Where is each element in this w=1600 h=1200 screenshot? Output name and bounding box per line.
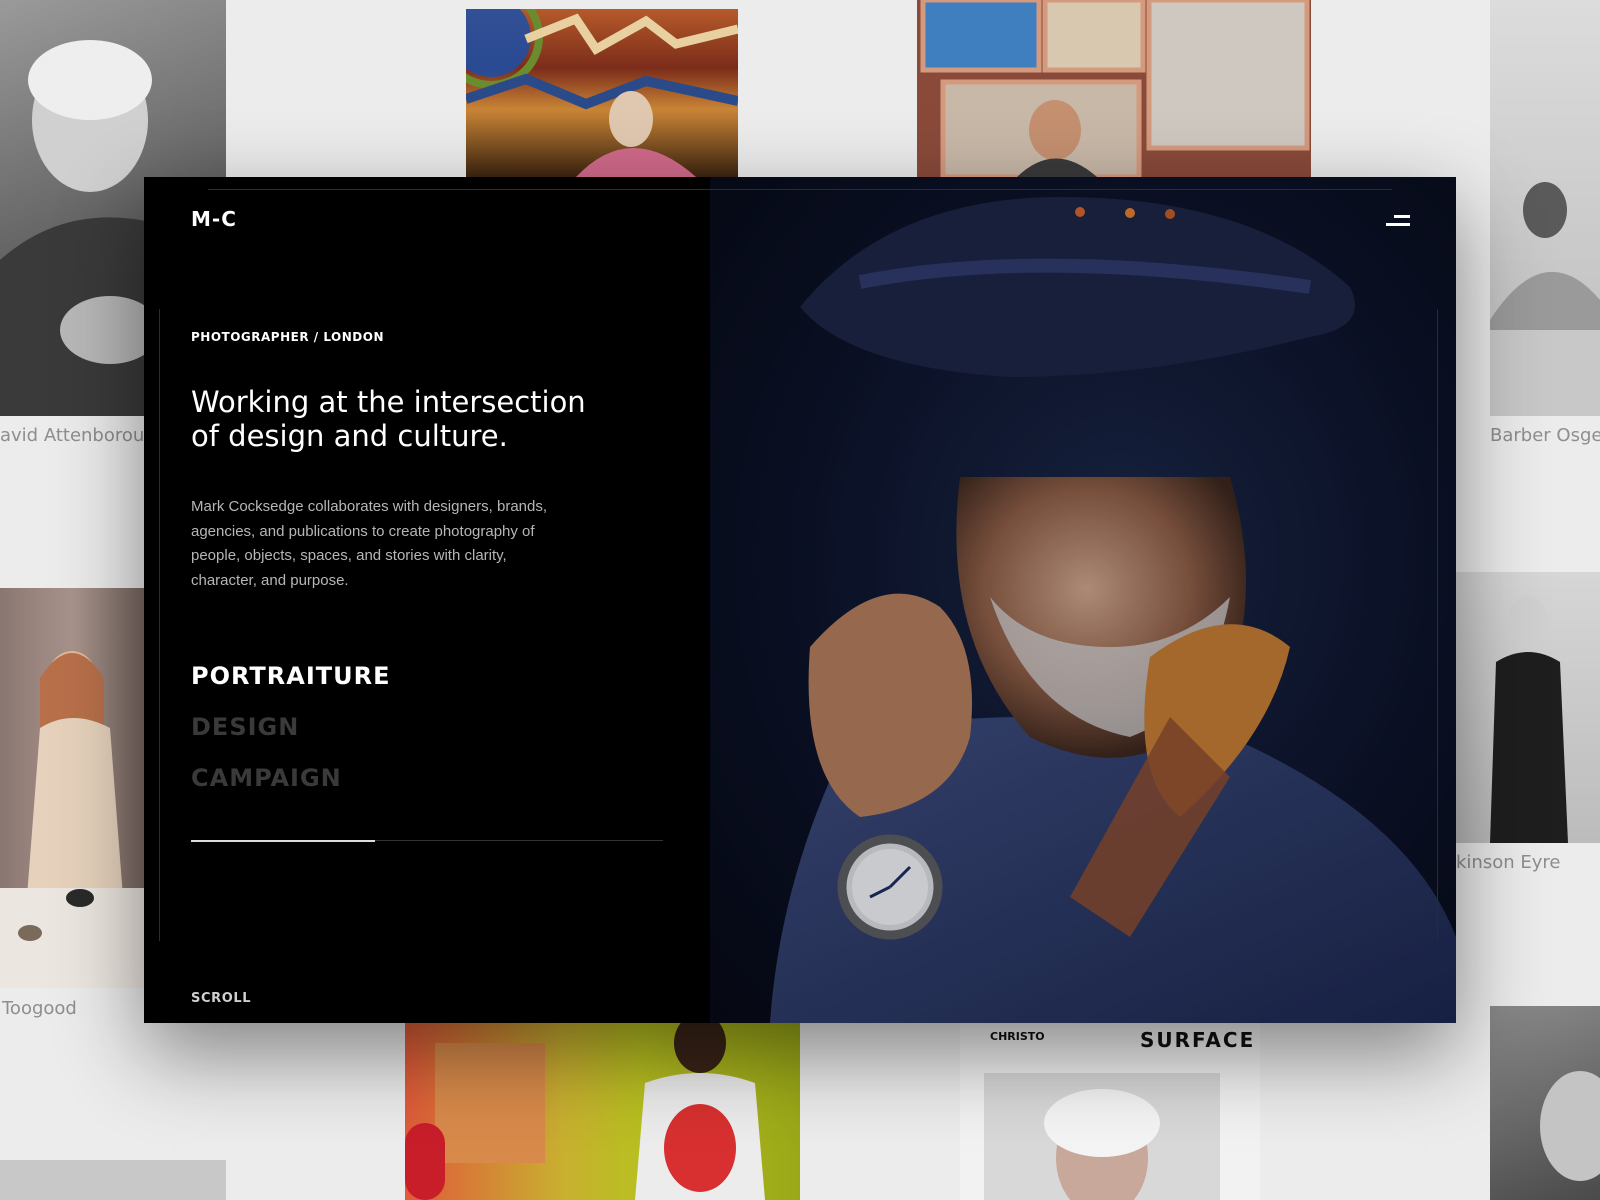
hero-portrait-photo [710, 177, 1456, 1023]
category-progress-fill [191, 839, 376, 842]
bg-photo-toogood[interactable] [0, 588, 144, 988]
category-campaign[interactable]: CAMPAIGN [191, 763, 390, 814]
category-design[interactable]: DESIGN [191, 712, 390, 763]
left-frame-line [159, 309, 160, 941]
bg-caption-barber-osgerby: Barber Osge [1490, 425, 1600, 446]
portrait-figure-icon [0, 651, 144, 988]
bg-magazine-spread[interactable]: CHRISTO SURFACE [960, 1023, 1260, 1200]
bg-photo-atkinson-eyre[interactable] [1456, 572, 1600, 843]
portrait-figure-icon [1540, 1071, 1600, 1181]
bg-photo-maps-portrait[interactable] [917, 0, 1311, 177]
bg-photo-barber-osgerby[interactable] [1490, 0, 1600, 416]
bg-photo-textile-artist[interactable] [466, 9, 738, 177]
intro-paragraph: Mark Cocksedge collaborates with designe… [191, 498, 548, 589]
hero-card: M-C PHOTOGRAPHER / LONDON Working at the… [144, 177, 1456, 1023]
eyebrow-label: PHOTOGRAPHER / LONDON [191, 330, 384, 344]
portrait-figure-icon [1490, 596, 1568, 843]
relief-maps-icon [920, 0, 1310, 177]
menu-icon [1386, 223, 1410, 226]
site-logo[interactable]: M-C [191, 207, 237, 231]
top-divider [208, 189, 1392, 190]
textile-pattern-icon [466, 9, 738, 177]
category-nav: PORTRAITURE DESIGN CAMPAIGN [191, 661, 390, 814]
category-portraiture[interactable]: PORTRAITURE [191, 661, 390, 712]
category-progress-track [191, 839, 663, 842]
bg-caption-toogood: Toogood [2, 998, 77, 1019]
menu-icon [1394, 215, 1410, 218]
menu-button[interactable] [1386, 213, 1410, 229]
hat-portrait-icon [710, 177, 1456, 1023]
bg-photo-online-ceramics[interactable] [405, 1023, 800, 1200]
page-headline: Working at the intersection of design an… [191, 385, 586, 453]
bg-caption-attenborough: avid Attenboroug [0, 425, 156, 446]
bg-photo-bottom-right[interactable] [1490, 1006, 1600, 1200]
portrait-figure-icon [405, 1023, 765, 1200]
portrait-figure-icon [984, 1073, 1220, 1200]
right-frame-line [1437, 309, 1438, 941]
portrait-figure-icon [1490, 182, 1600, 416]
bg-photo-bottom-left[interactable] [0, 1160, 226, 1200]
bg-caption-atkinson-eyre: kinson Eyre [1456, 852, 1561, 873]
scroll-indicator[interactable]: SCROLL [191, 991, 251, 1006]
